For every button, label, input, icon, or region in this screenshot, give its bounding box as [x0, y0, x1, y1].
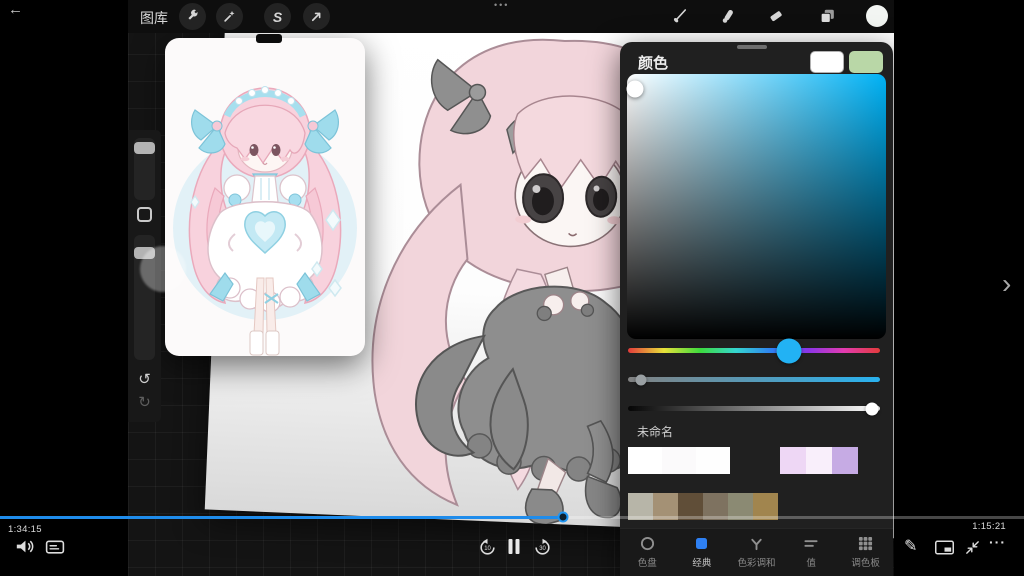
panel-drag-handle[interactable] — [737, 45, 767, 49]
speaker-icon — [15, 538, 35, 555]
back-button[interactable]: ← — [8, 1, 23, 18]
palette-swatch[interactable] — [806, 447, 832, 474]
tab-harmony[interactable]: 色彩调和 — [729, 529, 784, 576]
brush-icon — [671, 7, 689, 25]
color-panel-title: 颜色 — [638, 52, 668, 73]
brush-tool-button[interactable] — [670, 6, 690, 26]
palette-row-white — [628, 447, 730, 474]
mini-player-button[interactable] — [933, 539, 955, 555]
exit-fullscreen-button[interactable] — [962, 538, 982, 556]
reference-character-artwork — [165, 38, 365, 356]
color-mode-tabbar: 色盘 经典 色彩调和 值 调色板 — [620, 528, 893, 576]
harmony-icon — [749, 536, 764, 551]
tab-classic[interactable]: 经典 — [675, 529, 730, 576]
palette-name: 未命名 — [637, 423, 673, 440]
hue-slider[interactable] — [628, 348, 880, 353]
rewind-10-button[interactable]: 10 — [477, 537, 497, 557]
picker-handle[interactable] — [626, 80, 643, 97]
selection-button[interactable]: S — [264, 3, 291, 30]
layers-icon — [818, 7, 837, 26]
pause-button[interactable] — [506, 537, 522, 555]
note-pencil-button[interactable]: ✎ — [904, 536, 917, 556]
tab-palettes[interactable]: 调色板 — [838, 529, 893, 576]
wrench-icon — [185, 9, 200, 24]
palette-row-purple — [780, 447, 858, 474]
seek-bar[interactable] — [0, 516, 1024, 519]
palette-swatch[interactable] — [780, 447, 806, 474]
svg-text:30: 30 — [539, 545, 546, 551]
value-sliders-icon — [803, 536, 819, 551]
current-time: 1:34:15 — [8, 524, 42, 535]
seek-bar-fill — [0, 516, 563, 519]
svg-text:10: 10 — [484, 545, 491, 551]
seek-bar-thumb[interactable] — [558, 512, 569, 523]
transform-button[interactable] — [303, 3, 330, 30]
gallery-button[interactable]: 图库 — [140, 8, 168, 28]
danmaku-panel-icon — [45, 540, 65, 555]
shrink-arrows-icon — [964, 539, 981, 556]
eraser-icon — [767, 7, 785, 25]
volume-button[interactable] — [14, 537, 36, 555]
palette-swatch[interactable] — [662, 447, 696, 474]
palettes-grid-icon — [858, 536, 873, 551]
modify-button[interactable] — [137, 207, 152, 222]
actions-wrench-button[interactable] — [179, 3, 206, 30]
redo-button[interactable]: ↻ — [128, 393, 161, 411]
more-dots-icon: ··· — [989, 534, 1006, 550]
classic-square-icon — [696, 538, 707, 549]
saturation-slider-thumb[interactable] — [635, 374, 646, 385]
transform-arrow-icon — [309, 9, 324, 24]
forward-30-button[interactable]: 30 — [532, 537, 552, 557]
rewind-10-icon: 10 — [478, 538, 497, 557]
palette-swatch[interactable] — [628, 447, 662, 474]
eraser-tool-button[interactable] — [766, 6, 786, 26]
picture-in-picture-icon — [934, 540, 955, 555]
undo-button[interactable]: ↺ — [128, 370, 161, 388]
smudge-finger-icon — [719, 7, 737, 25]
remaining-time: 1:15:21 — [972, 521, 1006, 532]
danmaku-button[interactable] — [44, 539, 66, 555]
more-options-button[interactable]: ··· — [989, 534, 1006, 550]
adjustments-button[interactable] — [216, 3, 243, 30]
touch-indicator — [140, 246, 186, 292]
reference-panel-handle[interactable] — [256, 34, 282, 43]
selection-s-icon: S — [273, 9, 282, 25]
forward-30-icon: 30 — [533, 538, 552, 557]
tab-value[interactable]: 值 — [784, 529, 839, 576]
hue-slider-thumb[interactable] — [777, 338, 802, 363]
magic-wand-icon — [222, 9, 237, 24]
brightness-slider-thumb[interactable] — [866, 402, 879, 415]
disc-icon — [640, 536, 655, 551]
smudge-tool-button[interactable] — [718, 6, 738, 26]
system-dots: ••• — [494, 0, 509, 10]
brush-size-slider-thumb[interactable] — [134, 142, 155, 154]
brightness-slider[interactable] — [628, 406, 880, 411]
color-panel: 颜色 未命名 — [620, 42, 893, 576]
current-color-chip[interactable] — [810, 51, 844, 73]
pencil-icon: ✎ — [904, 536, 917, 556]
palette-swatch[interactable] — [832, 447, 858, 474]
active-color-swatch-button[interactable] — [866, 5, 888, 27]
palette-swatch[interactable] — [696, 447, 730, 474]
tab-disc[interactable]: 色盘 — [620, 529, 675, 576]
saturation-slider[interactable] — [628, 377, 880, 382]
next-panel-chevron[interactable]: › — [1002, 268, 1011, 300]
pause-icon — [507, 538, 521, 555]
secondary-color-chip[interactable] — [849, 51, 883, 73]
reference-panel[interactable] — [165, 38, 365, 356]
video-player: 图库 S — [0, 0, 1024, 576]
procreate-toolbar: 图库 S — [128, 0, 894, 33]
saturation-brightness-picker[interactable] — [627, 74, 886, 339]
layers-button[interactable] — [816, 6, 838, 26]
